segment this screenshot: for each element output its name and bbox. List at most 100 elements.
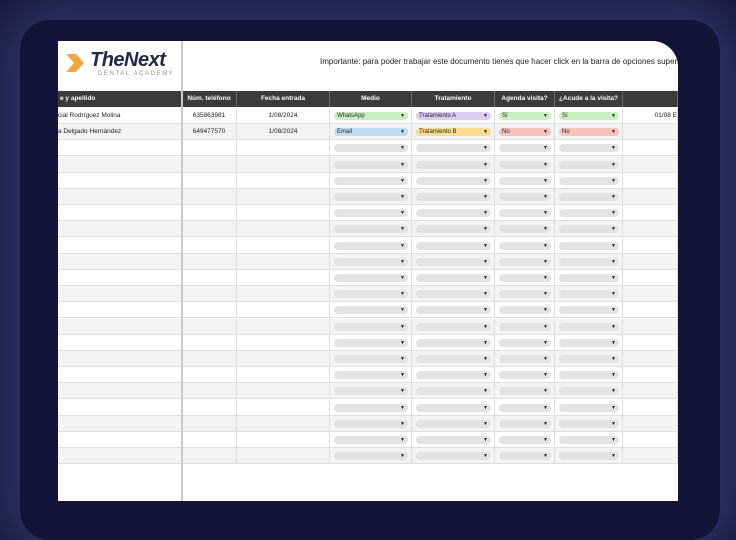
- cell-nombre[interactable]: [58, 334, 182, 351]
- acude-dropdown[interactable]: ▼: [559, 419, 619, 428]
- medio-dropdown[interactable]: ▼: [334, 403, 408, 412]
- cell-nombre[interactable]: [58, 415, 182, 432]
- cell-tratamiento[interactable]: ▼: [412, 156, 495, 173]
- cell-extra[interactable]: [623, 286, 678, 303]
- dropdown-arrow-icon[interactable]: ▼: [483, 323, 488, 331]
- acude-dropdown[interactable]: ▼: [559, 371, 619, 380]
- agenda-dropdown[interactable]: ▼: [499, 338, 551, 347]
- tratamiento-dropdown[interactable]: ▼: [416, 355, 491, 363]
- medio-dropdown[interactable]: ▼: [334, 176, 408, 185]
- acude-dropdown[interactable]: ▼: [559, 436, 619, 444]
- dropdown-arrow-icon[interactable]: ▼: [543, 161, 548, 169]
- dropdown-arrow-icon[interactable]: ▼: [611, 436, 616, 444]
- agenda-dropdown[interactable]: ▼: [499, 419, 551, 428]
- agenda-dropdown[interactable]: ▼: [499, 160, 551, 169]
- cell-nombre[interactable]: [58, 448, 182, 465]
- cell-agenda[interactable]: ▼: [495, 334, 555, 351]
- cell-nombre[interactable]: a Delgado Hernández: [58, 124, 182, 141]
- cell-acude[interactable]: ▼: [555, 351, 623, 367]
- cell-tratamiento[interactable]: ▼: [412, 205, 495, 222]
- dropdown-arrow-icon[interactable]: ▼: [611, 306, 616, 314]
- acude-dropdown[interactable]: ▼: [559, 387, 619, 396]
- acude-dropdown[interactable]: ▼: [559, 176, 619, 185]
- cell-telefono[interactable]: [182, 205, 237, 222]
- cell-agenda[interactable]: ▼: [495, 156, 555, 173]
- dropdown-arrow-icon[interactable]: ▼: [543, 323, 548, 331]
- cell-nombre[interactable]: [58, 205, 182, 222]
- cell-acude[interactable]: ▼: [555, 399, 623, 416]
- agenda-dropdown[interactable]: ▼: [499, 436, 551, 444]
- cell-telefono[interactable]: [182, 253, 237, 270]
- cell-tratamiento[interactable]: Tratamiento B ▼: [412, 124, 495, 141]
- medio-dropdown[interactable]: ▼: [334, 257, 408, 266]
- dropdown-arrow-icon[interactable]: ▼: [543, 177, 548, 185]
- acude-dropdown[interactable]: ▼: [559, 322, 619, 331]
- dropdown-arrow-icon[interactable]: ▼: [543, 258, 548, 266]
- cell-telefono[interactable]: 635863981: [182, 108, 237, 124]
- cell-nombre[interactable]: [58, 270, 182, 286]
- tratamiento-dropdown[interactable]: ▼: [416, 160, 491, 169]
- dropdown-arrow-icon[interactable]: ▼: [483, 452, 488, 460]
- cell-agenda[interactable]: ▼: [495, 140, 555, 157]
- dropdown-arrow-icon[interactable]: ▼: [611, 355, 616, 363]
- tratamiento-dropdown[interactable]: ▼: [416, 209, 491, 218]
- cell-acude[interactable]: ▼: [555, 156, 623, 173]
- acude-dropdown[interactable]: ▼: [559, 241, 619, 250]
- cell-telefono[interactable]: [182, 334, 237, 351]
- header-acude[interactable]: ¿Acude a la visita?: [555, 91, 623, 107]
- header-fecha[interactable]: Fecha entrada: [237, 91, 330, 107]
- cell-acude[interactable]: ▼: [555, 237, 623, 254]
- dropdown-arrow-icon[interactable]: ▼: [483, 404, 488, 412]
- dropdown-arrow-icon[interactable]: ▼: [611, 242, 616, 250]
- tratamiento-dropdown[interactable]: ▼: [416, 225, 491, 234]
- acude-dropdown[interactable]: ▼: [559, 290, 619, 299]
- dropdown-arrow-icon[interactable]: ▼: [400, 112, 405, 120]
- medio-dropdown[interactable]: ▼: [334, 193, 408, 201]
- medio-dropdown[interactable]: ▼: [334, 306, 408, 315]
- cell-nombre[interactable]: [58, 399, 182, 416]
- tratamiento-dropdown[interactable]: ▼: [416, 193, 491, 201]
- cell-tratamiento[interactable]: ▼: [412, 432, 495, 448]
- cell-fecha[interactable]: [237, 448, 330, 465]
- cell-telefono[interactable]: [182, 140, 237, 157]
- dropdown-arrow-icon[interactable]: ▼: [483, 177, 488, 185]
- cell-acude[interactable]: ▼: [555, 367, 623, 384]
- cell-medio[interactable]: ▼: [330, 448, 412, 465]
- dropdown-arrow-icon[interactable]: ▼: [543, 225, 548, 233]
- tratamiento-dropdown[interactable]: ▼: [416, 306, 491, 315]
- cell-medio[interactable]: ▼: [330, 432, 412, 448]
- dropdown-arrow-icon[interactable]: ▼: [611, 258, 616, 266]
- medio-dropdown[interactable]: ▼: [334, 338, 408, 347]
- cell-acude[interactable]: ▼: [555, 286, 623, 303]
- header-tratamiento[interactable]: Tratamiento: [412, 91, 495, 107]
- cell-extra[interactable]: [623, 221, 678, 238]
- dropdown-arrow-icon[interactable]: ▼: [483, 339, 488, 347]
- tratamiento-dropdown[interactable]: ▼: [416, 338, 491, 347]
- dropdown-arrow-icon[interactable]: ▼: [400, 323, 405, 331]
- cell-telefono[interactable]: [182, 270, 237, 286]
- tratamiento-dropdown[interactable]: ▼: [416, 144, 491, 153]
- cell-fecha[interactable]: [237, 156, 330, 173]
- cell-fecha[interactable]: [237, 237, 330, 254]
- cell-extra[interactable]: [623, 399, 678, 416]
- cell-acude[interactable]: ▼: [555, 302, 623, 319]
- agenda-dropdown[interactable]: ▼: [499, 387, 551, 396]
- cell-tratamiento[interactable]: ▼: [412, 221, 495, 238]
- agenda-dropdown[interactable]: ▼: [499, 241, 551, 250]
- dropdown-arrow-icon[interactable]: ▼: [483, 225, 488, 233]
- cell-nombre[interactable]: [58, 302, 182, 319]
- dropdown-arrow-icon[interactable]: ▼: [611, 225, 616, 233]
- cell-acude[interactable]: ▼: [555, 318, 623, 335]
- cell-medio[interactable]: ▼: [330, 334, 412, 351]
- cell-extra[interactable]: [623, 270, 678, 286]
- header-telefono[interactable]: Núm. teléfono: [182, 91, 237, 107]
- dropdown-arrow-icon[interactable]: ▼: [543, 452, 548, 460]
- agenda-dropdown[interactable]: ▼: [499, 306, 551, 315]
- cell-medio[interactable]: ▼: [330, 302, 412, 319]
- cell-fecha[interactable]: [237, 415, 330, 432]
- dropdown-arrow-icon[interactable]: ▼: [543, 112, 548, 120]
- dropdown-arrow-icon[interactable]: ▼: [543, 387, 548, 395]
- cell-fecha[interactable]: [237, 334, 330, 351]
- agenda-dropdown[interactable]: ▼: [499, 355, 551, 363]
- cell-telefono[interactable]: [182, 302, 237, 319]
